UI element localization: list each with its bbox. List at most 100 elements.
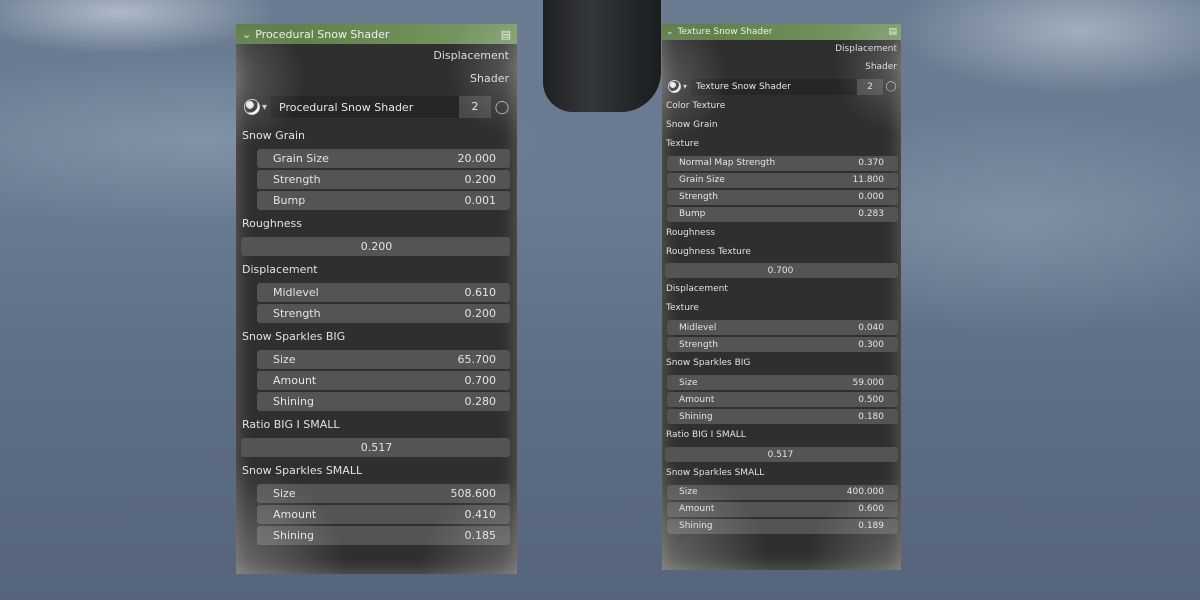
window-icon[interactable]: ▤	[888, 27, 897, 37]
value-slider[interactable]: Strength 0.200	[257, 304, 510, 323]
field-value: 0.189	[858, 521, 884, 532]
material-preview-icon[interactable]	[668, 80, 681, 93]
field-value: 0.500	[858, 394, 884, 405]
value-slider[interactable]: Shining 0.280	[257, 392, 510, 411]
chevron-down-icon[interactable]: ▾	[262, 102, 267, 113]
panel-properties: Color Texture Snow Grain Texture Normal Map…	[662, 97, 901, 534]
value-slider[interactable]: Shining 0.180	[667, 409, 898, 425]
field-value: 400.000	[846, 487, 884, 498]
chevron-down-icon[interactable]: ⌄	[242, 28, 251, 41]
field-value: 0.517	[360, 441, 393, 454]
field-label: Amount	[273, 508, 317, 521]
material-user-count[interactable]: 2	[857, 78, 883, 95]
value-slider[interactable]: Size 400.000	[667, 484, 898, 500]
field-value: 0.300	[858, 339, 884, 350]
field-label: Amount	[273, 374, 317, 387]
value-slider[interactable]: Size 65.700	[257, 350, 510, 369]
value-slider[interactable]: Bump 0.001	[257, 191, 510, 210]
value-slider[interactable]: Amount 0.410	[257, 505, 510, 524]
field-label: Size	[273, 353, 296, 366]
section-label: Snow Sparkles BIG	[666, 358, 751, 369]
fake-user-shield-icon[interactable]: ◯	[491, 100, 513, 115]
field-value: 0.200	[464, 307, 497, 320]
value-slider[interactable]: Shining 0.189	[667, 518, 898, 534]
field-label: Bump	[273, 194, 306, 207]
field-label: Size	[679, 377, 698, 388]
field-value: 0.280	[464, 395, 497, 408]
field-label: Grain Size	[679, 175, 725, 186]
field-label: Amount	[679, 504, 715, 515]
value-slider[interactable]: 0.200	[241, 237, 510, 256]
field-label: Bump	[679, 209, 706, 220]
field-label: Strength	[679, 339, 718, 350]
value-slider[interactable]: 0.517	[241, 438, 510, 457]
value-slider[interactable]: Strength 0.300	[667, 337, 898, 353]
section-label: Displacement	[666, 284, 728, 295]
shader-label: Shader	[865, 62, 897, 72]
field-value: 0.000	[858, 192, 884, 203]
value-slider[interactable]: Amount 0.500	[667, 392, 898, 408]
chevron-down-icon[interactable]: ▾	[683, 82, 687, 91]
value-slider[interactable]: Amount 0.600	[667, 501, 898, 517]
section-label: Ratio BIG I SMALL	[666, 430, 746, 441]
value-slider[interactable]: 0.700	[665, 263, 898, 279]
value-slider[interactable]: Bump 0.283	[667, 206, 898, 222]
section-label: Snow Sparkles SMALL	[666, 468, 765, 479]
value-slider[interactable]: 0.517	[665, 447, 898, 463]
field-label: Midlevel	[679, 322, 717, 333]
value-slider[interactable]: Amount 0.700	[257, 371, 510, 390]
field-value: 0.180	[858, 411, 884, 422]
procedural-snow-shader-panel: ⌄ Procedural Snow Shader ▤ Displacement …	[236, 24, 517, 574]
field-label: Size	[273, 487, 296, 500]
field-value: 0.001	[464, 194, 497, 207]
field-value: 0.200	[464, 173, 497, 186]
window-icon[interactable]: ▤	[501, 28, 511, 41]
field-value: 508.600	[450, 487, 497, 500]
value-slider[interactable]: Grain Size 11.800	[667, 172, 898, 188]
value-slider[interactable]: Normal Map Strength 0.370	[667, 155, 898, 171]
value-slider[interactable]: Grain Size 20.000	[257, 149, 510, 168]
section-label: Roughness	[242, 217, 303, 230]
field-value: 0.040	[858, 322, 884, 333]
material-user-count[interactable]: 2	[459, 96, 491, 118]
field-label: Strength	[679, 192, 718, 203]
section-label: Snow Grain	[242, 129, 305, 142]
section-label: Ratio BIG I SMALL	[242, 418, 340, 431]
value-slider[interactable]: Midlevel 0.040	[667, 320, 898, 336]
field-value: 0.700	[464, 374, 497, 387]
value-slider[interactable]: Midlevel 0.610	[257, 283, 510, 302]
field-value: 0.185	[464, 529, 497, 542]
value-slider[interactable]: Strength 0.000	[667, 189, 898, 205]
section-label: Displacement	[242, 263, 318, 276]
value-slider[interactable]: Size 508.600	[257, 484, 510, 503]
section-label: Color Texture	[666, 101, 726, 111]
value-slider[interactable]: Strength 0.200	[257, 170, 510, 189]
field-value: 65.700	[457, 353, 497, 366]
field-value: 59.000	[852, 377, 885, 388]
material-selector-row: ▾ Procedural Snow Shader 2 ◯	[240, 94, 513, 120]
field-label: Shining	[679, 521, 713, 532]
panel-titlebar[interactable]: ⌄ Procedural Snow Shader ▤	[236, 24, 517, 44]
material-name-field[interactable]: Procedural Snow Shader	[271, 96, 459, 118]
texture-snow-shader-panel: ⌄ Texture Snow Shader ▤ Displacement Sha…	[662, 24, 901, 570]
field-value: 0.370	[858, 158, 884, 169]
field-label: Shining	[273, 529, 314, 542]
displacement-label: Displacement	[433, 49, 509, 62]
panel-titlebar[interactable]: ⌄ Texture Snow Shader ▤	[662, 24, 901, 40]
field-label: Normal Map Strength	[679, 158, 776, 169]
field-label: Amount	[679, 394, 715, 405]
section-label: Roughness	[666, 227, 716, 238]
field-value: 20.000	[457, 152, 497, 165]
tree-trunk-background	[543, 0, 661, 112]
value-slider[interactable]: Shining 0.185	[257, 526, 510, 545]
field-label: Shining	[273, 395, 314, 408]
field-value: 0.283	[858, 209, 884, 220]
field-value: 0.700	[767, 265, 794, 276]
value-slider[interactable]: Size 59.000	[667, 375, 898, 391]
section-label: Texture	[666, 303, 699, 314]
fake-user-shield-icon[interactable]: ◯	[883, 81, 899, 92]
material-name-field[interactable]: Texture Snow Shader	[691, 78, 857, 95]
material-selector-row: ▾ Texture Snow Shader 2 ◯	[666, 78, 899, 95]
material-preview-icon[interactable]	[244, 99, 260, 115]
chevron-down-icon[interactable]: ⌄	[666, 27, 674, 37]
